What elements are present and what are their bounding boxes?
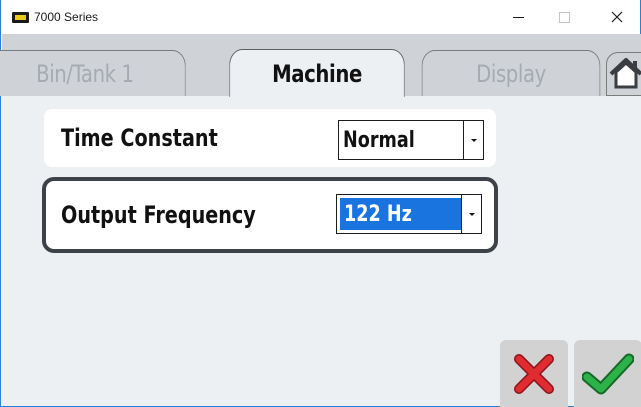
minimize-icon [512,16,524,18]
cancel-button[interactable] [500,340,568,407]
ok-button[interactable] [574,340,641,407]
output-frequency-select[interactable]: 122 Hz [336,194,482,234]
minimize-button[interactable] [495,0,541,34]
tab-display[interactable]: Display [421,50,601,96]
tab-strip: Bin/Tank 1 Display Machine [0,34,641,97]
app-icon [12,12,29,23]
output-frequency-label: Output Frequency [61,201,256,229]
tab-label: Machine [272,59,362,88]
title-bar[interactable]: 7000 Series [1,0,640,34]
tab-label: Bin/Tank 1 [36,59,134,88]
home-icon [609,58,641,89]
green-check-icon [582,353,634,394]
machine-settings-panel: Time Constant Normal Output Frequency 12… [2,96,641,407]
home-button[interactable] [606,52,641,96]
app-window: 7000 Series Bin/Tank 1 Display Machine T… [0,0,641,407]
maximize-icon [558,11,570,23]
chevron-down-icon[interactable] [463,121,483,159]
tab-label: Display [476,59,546,88]
close-icon [611,11,623,23]
red-x-icon [514,353,554,394]
time-constant-label: Time Constant [61,124,218,152]
time-constant-value: Normal [343,127,415,153]
time-constant-select[interactable]: Normal [338,120,484,160]
tab-bin-tank[interactable]: Bin/Tank 1 [0,50,186,96]
output-frequency-row[interactable]: Output Frequency 122 Hz [42,177,498,253]
close-button[interactable] [594,0,640,34]
maximize-button[interactable] [541,0,587,34]
window-title: 7000 Series [34,10,99,24]
output-frequency-value: 122 Hz [340,198,461,230]
tab-machine[interactable]: Machine [229,49,405,97]
time-constant-row[interactable]: Time Constant Normal [44,109,496,167]
chevron-down-icon[interactable] [461,195,481,233]
